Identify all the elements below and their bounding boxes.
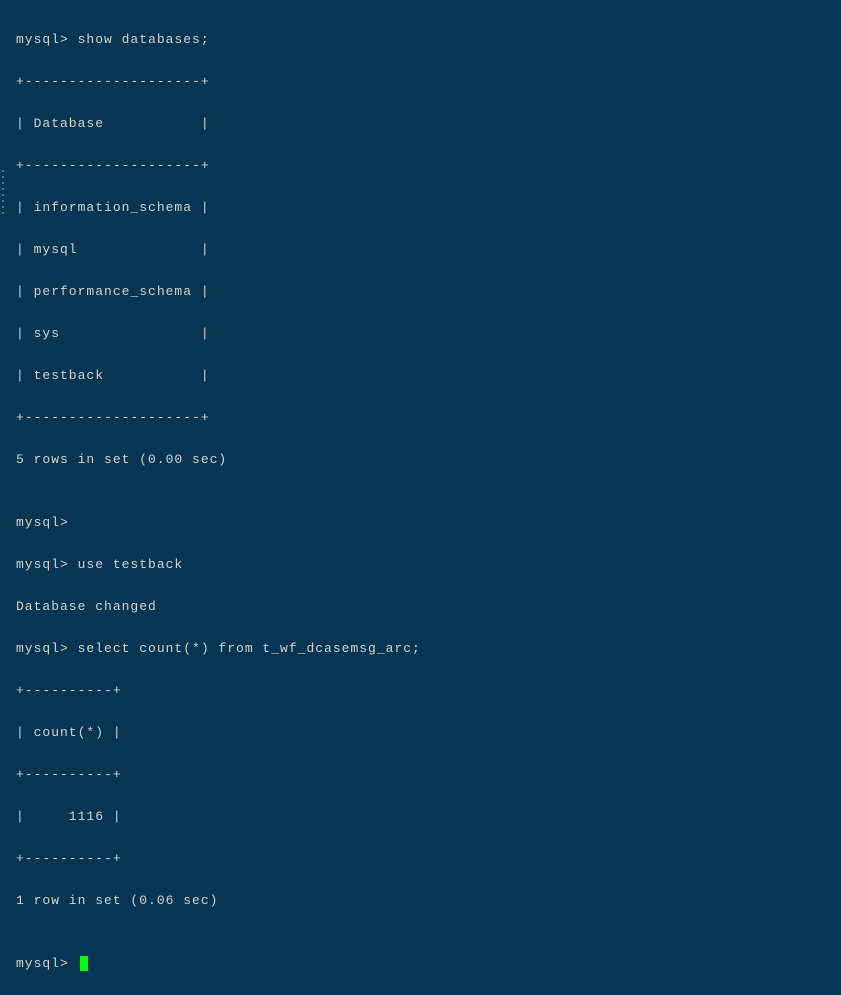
terminal-line: +--------------------+ <box>16 407 825 428</box>
terminal-line: Database changed <box>16 596 825 617</box>
terminal-line: mysql> <box>16 512 825 533</box>
terminal-line: | sys | <box>16 323 825 344</box>
terminal-line: | information_schema | <box>16 197 825 218</box>
terminal-line: +--------------------+ <box>16 155 825 176</box>
terminal-line: | count(*) | <box>16 722 825 743</box>
terminal-line: | performance_schema | <box>16 281 825 302</box>
terminal-line: mysql> select count(*) from t_wf_dcasems… <box>16 638 825 659</box>
terminal-line: +----------+ <box>16 680 825 701</box>
terminal-line: | Database | <box>16 113 825 134</box>
cursor <box>80 956 88 971</box>
vertical-dots-decoration <box>2 170 4 214</box>
terminal-line: mysql> use testback <box>16 554 825 575</box>
terminal-line: mysql> show databases; <box>16 29 825 50</box>
terminal-line: | testback | <box>16 365 825 386</box>
terminal-line: +----------+ <box>16 848 825 869</box>
terminal-line: 5 rows in set (0.00 sec) <box>16 449 825 470</box>
terminal-line: | 1116 | <box>16 806 825 827</box>
terminal-line: +----------+ <box>16 764 825 785</box>
terminal-prompt: mysql> <box>16 956 78 971</box>
terminal-prompt-line: mysql> <box>16 953 825 974</box>
terminal-line: 1 row in set (0.06 sec) <box>16 890 825 911</box>
terminal-line: +--------------------+ <box>16 71 825 92</box>
terminal-line: | mysql | <box>16 239 825 260</box>
terminal-output[interactable]: mysql> show databases; +----------------… <box>16 8 825 995</box>
